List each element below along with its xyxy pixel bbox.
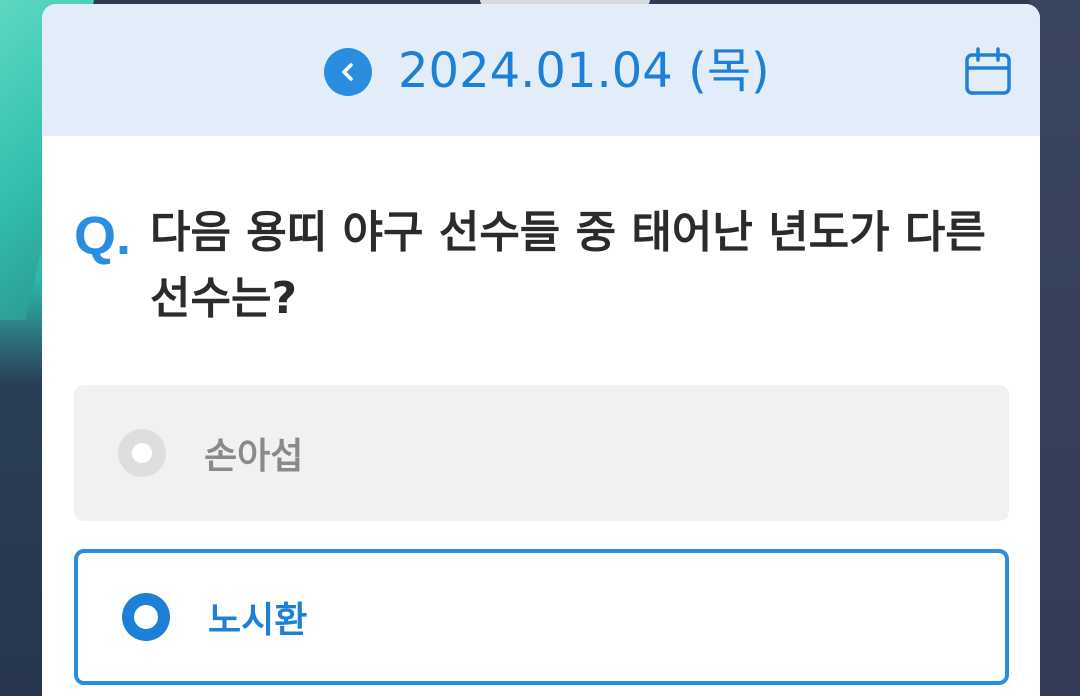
previous-date-button[interactable] — [324, 48, 372, 96]
current-date: 2024.01.04 (목) — [398, 43, 770, 99]
quiz-card: 2024.01.04 (목) Q. 다음 용띠 야구 선수들 중 태어난 년도가… — [42, 4, 1040, 696]
answer-option-2[interactable]: 노시환 — [74, 549, 1009, 685]
calendar-icon — [965, 47, 1011, 95]
chevron-left-icon — [342, 63, 353, 81]
date-header: 2024.01.04 (목) — [42, 4, 1040, 136]
question-prefix: Q. — [74, 206, 132, 266]
answer-option-label: 노시환 — [208, 600, 308, 641]
answer-option-1[interactable]: 손아섭 — [74, 385, 1009, 521]
question-text: 다음 용띠 야구 선수들 중 태어난 년도가 다른 선수는? — [150, 207, 986, 324]
radio-unselected-icon[interactable] — [118, 429, 166, 477]
answer-option-label: 손아섭 — [204, 436, 304, 477]
calendar-button[interactable] — [964, 46, 1012, 98]
radio-selected-icon[interactable] — [122, 593, 170, 641]
